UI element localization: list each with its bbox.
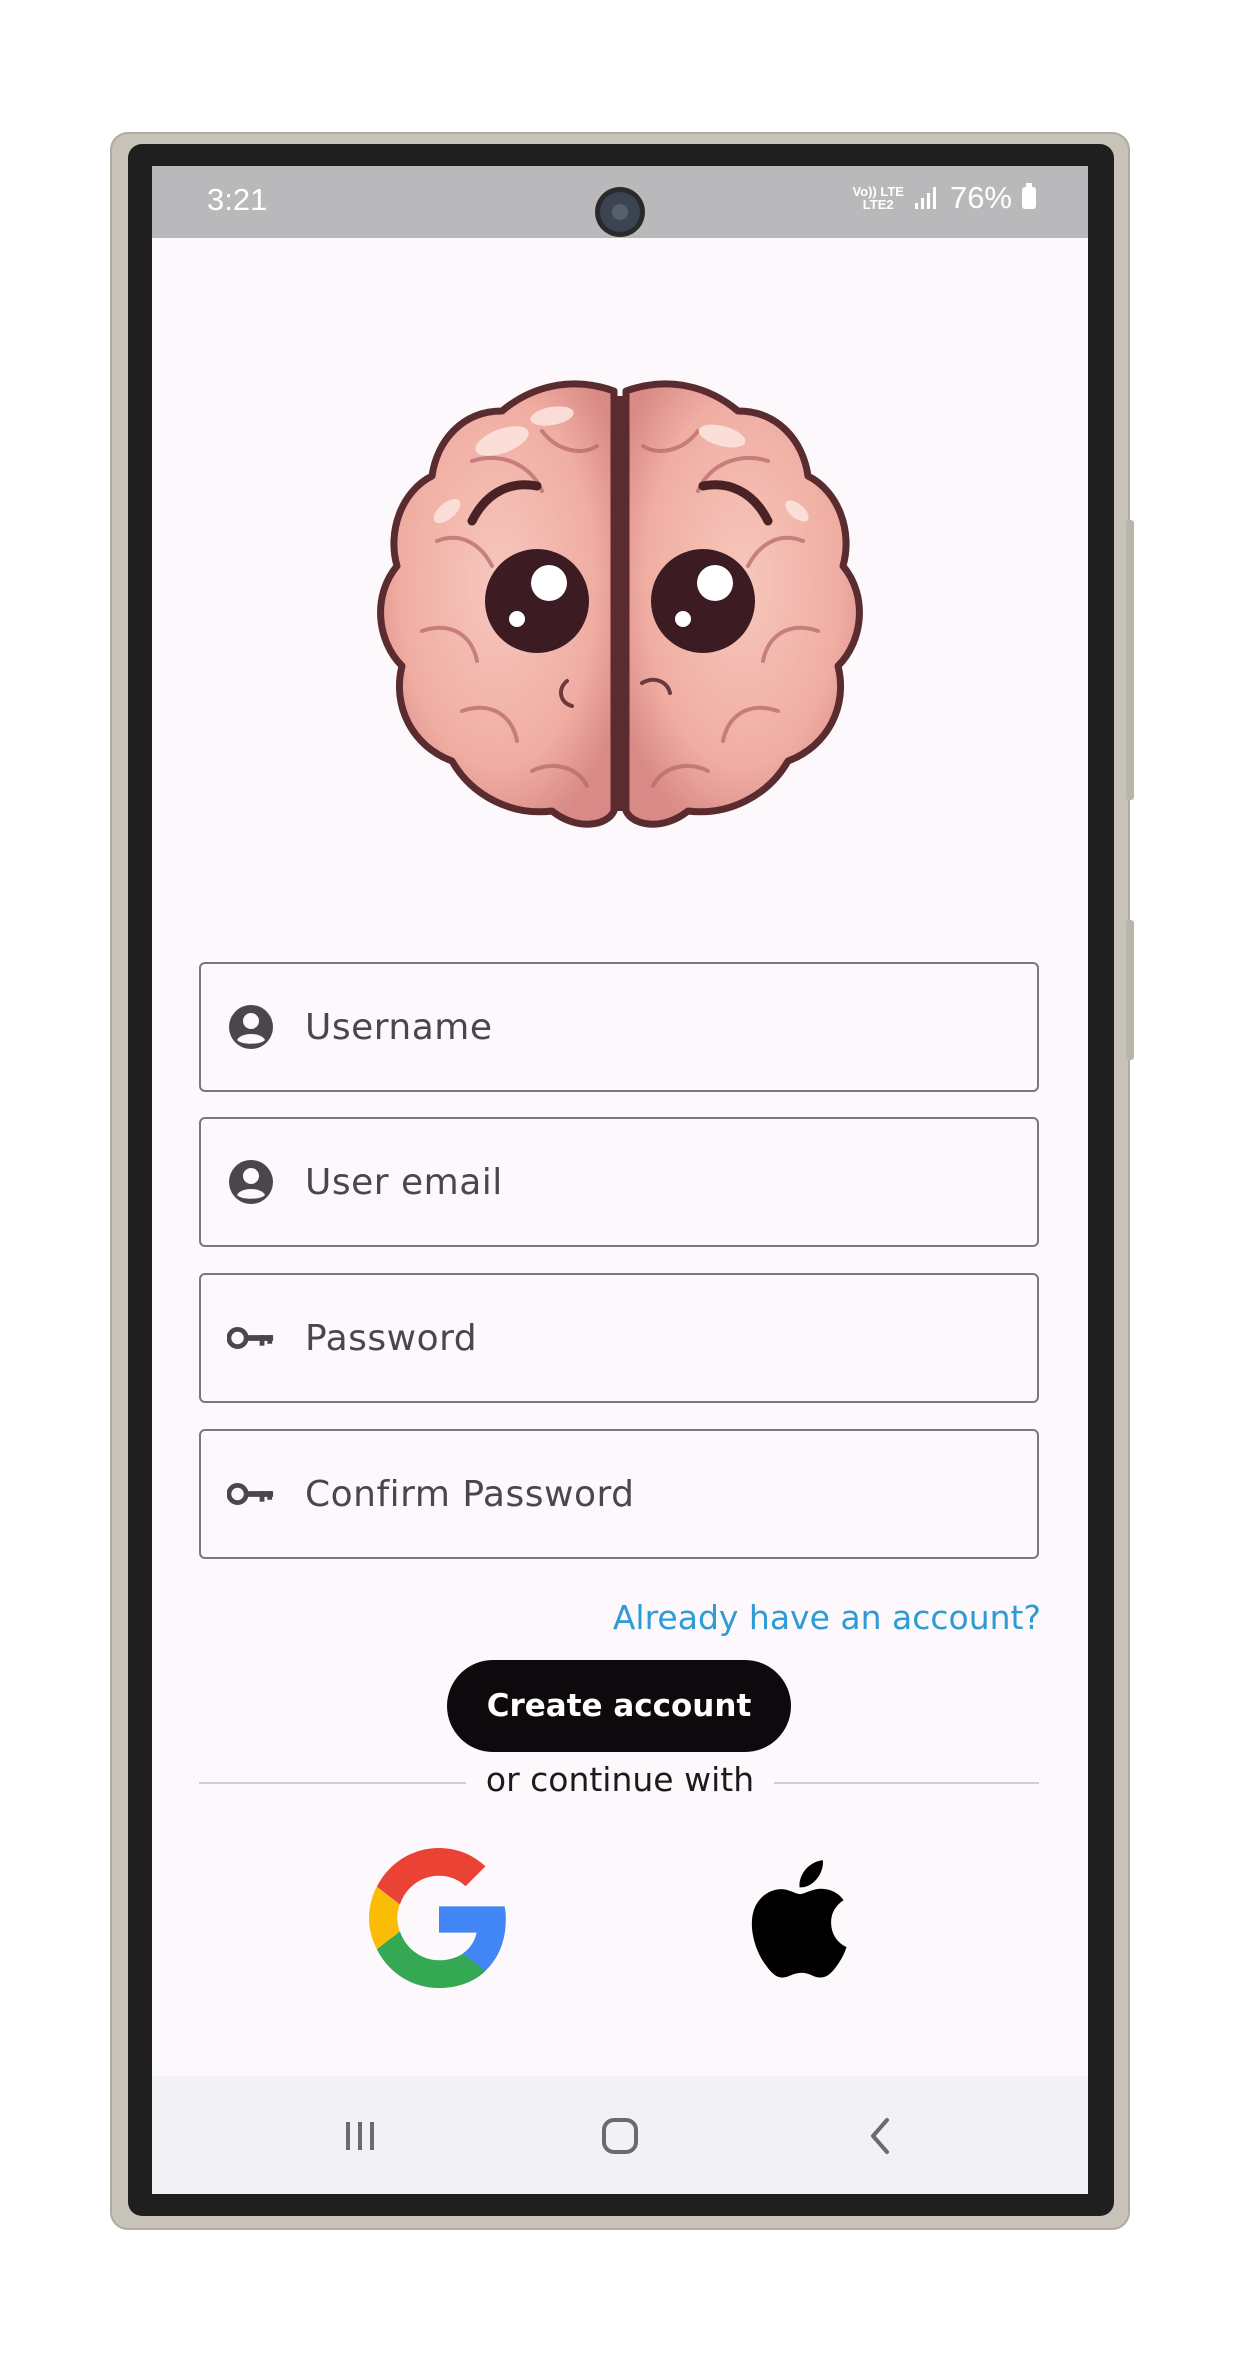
recent-apps-icon <box>346 2122 374 2150</box>
recent-apps-button[interactable] <box>330 2106 390 2166</box>
battery-icon <box>1022 183 1036 209</box>
google-icon <box>369 1848 506 1988</box>
password-placeholder: Password <box>305 1317 478 1359</box>
password-field[interactable]: Password <box>199 1273 1039 1403</box>
email-field[interactable]: User email <box>199 1117 1039 1247</box>
front-camera <box>600 192 640 232</box>
confirm-password-field[interactable]: Confirm Password <box>199 1429 1039 1559</box>
network-indicator: Vo)) LTE LTE2 <box>852 185 904 211</box>
back-icon <box>871 2118 889 2154</box>
account-circle-icon <box>227 1003 275 1051</box>
home-button[interactable] <box>590 2106 650 2166</box>
confirm-password-placeholder: Confirm Password <box>305 1473 635 1515</box>
apple-icon <box>751 1860 847 1978</box>
system-nav-bar <box>152 2076 1088 2194</box>
or-continue-with: or continue with <box>152 1760 1088 1799</box>
status-indicators: Vo)) LTE LTE2 76% <box>852 180 1036 216</box>
google-signin-button[interactable] <box>369 1848 509 1988</box>
power-button <box>1126 920 1134 1060</box>
screen: 3:21 Vo)) LTE LTE2 76% Username User ema… <box>152 166 1088 2194</box>
battery-percent: 76% <box>949 180 1012 215</box>
already-have-account-link[interactable]: Already have an account? <box>613 1598 1041 1637</box>
key-icon <box>227 1470 275 1518</box>
signal-icon <box>914 187 936 209</box>
key-icon <box>227 1314 275 1362</box>
status-bar: 3:21 Vo)) LTE LTE2 76% <box>152 166 1088 238</box>
brain-illustration <box>377 380 863 828</box>
brain-logo <box>342 371 898 839</box>
home-icon <box>602 2118 638 2154</box>
status-time: 3:21 <box>207 182 268 217</box>
username-placeholder: Username <box>305 1006 493 1048</box>
apple-signin-button[interactable] <box>736 1848 876 1988</box>
account-circle-icon <box>227 1158 275 1206</box>
stage: 3:21 Vo)) LTE LTE2 76% Username User ema… <box>0 0 1245 2359</box>
back-button[interactable] <box>850 2106 910 2166</box>
network-bottom-label: LTE2 <box>862 197 894 212</box>
volume-button <box>1126 520 1134 800</box>
divider-text-label: or continue with <box>465 1760 775 1799</box>
create-account-button[interactable]: Create account <box>447 1660 791 1752</box>
email-placeholder: User email <box>305 1161 503 1203</box>
username-field[interactable]: Username <box>199 962 1039 1092</box>
